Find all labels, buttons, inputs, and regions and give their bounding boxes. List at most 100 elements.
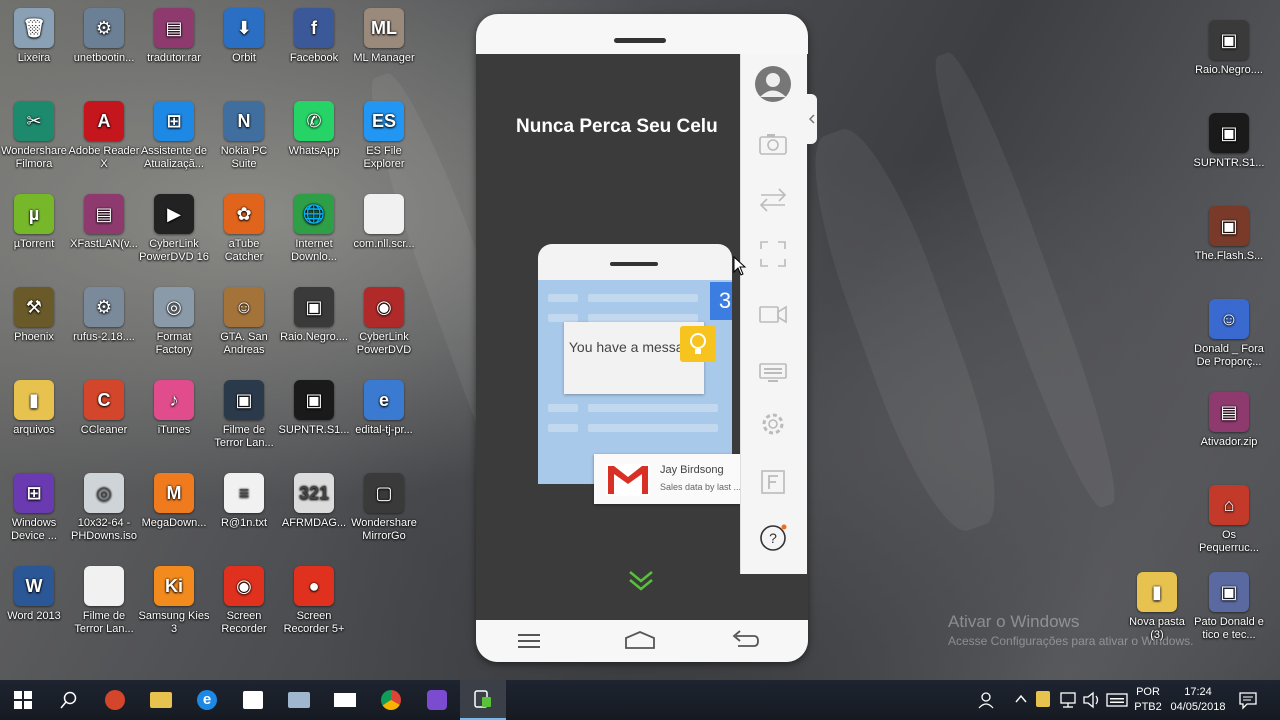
keyboard-tray-icon[interactable] <box>1106 692 1128 713</box>
desktop-icon[interactable]: ✂ Wondershare Filmora <box>0 101 70 171</box>
desktop-icon[interactable]: f Facebook <box>278 8 350 65</box>
desktop-icon[interactable]: ◎ 10x32-64 - PHDowns.iso <box>68 473 140 543</box>
file-explorer-icon[interactable] <box>138 680 184 720</box>
volume-icon[interactable] <box>1082 691 1102 714</box>
avatar[interactable] <box>755 66 791 102</box>
clock-time: 17:24 <box>1184 686 1212 698</box>
desktop-icon[interactable]: 🌐 Internet Downlo... <box>278 194 350 264</box>
desktop-icon[interactable]: ☺ Donald _ Fora De Proporç... <box>1193 299 1265 369</box>
desktop-icon[interactable]: ✿ aTube Catcher <box>208 194 280 264</box>
fullscreen-icon[interactable] <box>755 236 791 272</box>
keyboard-layout: PTB2 <box>1134 701 1162 713</box>
desktop-icon[interactable]: e edital-tj-pr... <box>348 380 420 437</box>
menu-icon[interactable] <box>518 632 540 655</box>
desktop-icon[interactable]: ⊞ Windows Device ... <box>0 473 70 543</box>
desktop-icon-label: Screen Recorder <box>221 610 267 635</box>
app-icon: ◉ <box>364 287 404 327</box>
desktop-icon[interactable]: ◉ Screen Recorder <box>208 566 280 636</box>
desktop-icon[interactable]: ▶ CyberLink PowerDVD 16 <box>138 194 210 264</box>
desktop-icon-label: Phoenix <box>14 331 54 343</box>
desktop-icon[interactable]: ▣ Pato Donald e tico e tec... <box>1193 572 1265 642</box>
desktop-icon[interactable]: ◉ CyberLink PowerDVD <box>348 287 420 357</box>
gmail-preview: Sales data by last ... <box>660 482 742 492</box>
video-record-icon[interactable] <box>755 296 791 332</box>
gear-icon[interactable] <box>755 406 791 442</box>
help-icon[interactable]: ? <box>755 520 791 556</box>
desktop-icon[interactable]: ML ML Manager <box>348 8 420 65</box>
desktop-icon[interactable]: 321 AFRMDAG... <box>278 473 350 530</box>
transfer-icon[interactable] <box>755 182 791 218</box>
desktop-icon[interactable]: ▣ Raio.Negro.... <box>278 287 350 344</box>
desktop-icon-label: WhatsApp <box>288 145 340 157</box>
desktop-icon[interactable]: ◎ Format Factory <box>138 287 210 357</box>
desktop-icon[interactable]: 🗑 Lixeira <box>0 8 70 65</box>
start-button[interactable] <box>0 680 46 720</box>
desktop-icon[interactable]: N Nokia PC Suite <box>208 101 280 171</box>
collapse-toolbar-handle[interactable] <box>807 94 817 144</box>
desktop-icon[interactable]: ⚙ rufus-2.18.... <box>68 287 140 344</box>
desktop-icon-label: Filme de Terror Lan... <box>214 424 274 449</box>
desktop-icon[interactable]: ⚙ unetbootin... <box>68 8 140 65</box>
ccleaner-taskbar-icon[interactable] <box>92 680 138 720</box>
desktop-icon[interactable]: µ µTorrent <box>0 194 70 251</box>
scroll-down-chevron-icon[interactable] <box>628 570 654 597</box>
desktop-icon[interactable]: ▮ arquivos <box>0 380 70 437</box>
network-icon[interactable] <box>1058 691 1078 714</box>
desktop-icon-label: Raio.Negro.... <box>280 331 348 343</box>
desktop-icon[interactable]: ▣ Filme de Terror Lan... <box>208 380 280 450</box>
chevron-up-icon[interactable] <box>1014 692 1028 711</box>
desktop-icon[interactable]: ▣ Raio.Negro.... <box>1193 20 1265 77</box>
language-indicator[interactable]: POR PTB2 <box>1132 685 1164 715</box>
camera-icon[interactable] <box>755 126 791 162</box>
desktop-icon[interactable]: ▣ SUPNTR.S1... <box>1193 113 1265 170</box>
desktop-icon-label: Internet Downlo... <box>291 238 337 263</box>
desktop-icon[interactable]: ▤ Ativador.zip <box>1193 392 1265 449</box>
desktop-icon[interactable]: ● Screen Recorder 5+ <box>278 566 350 636</box>
notification-center-icon[interactable] <box>1238 690 1258 715</box>
desktop-icon[interactable]: ⌂ Os Pequerruc... <box>1193 485 1265 555</box>
clock[interactable]: 17:24 04/05/2018 <box>1168 685 1228 715</box>
desktop-icon-label: edital-tj-pr... <box>355 424 413 436</box>
search-icon[interactable] <box>46 680 92 720</box>
home-icon[interactable] <box>624 630 656 655</box>
lightbulb-icon <box>680 326 716 362</box>
paint-app-icon[interactable] <box>414 680 460 720</box>
tray-app-icon[interactable] <box>1036 691 1050 707</box>
desktop-icon-label: R@1n.txt <box>220 517 267 529</box>
chrome-icon[interactable] <box>368 680 414 720</box>
desktop-icon[interactable]: ▣ SUPNTR.S1... <box>278 380 350 437</box>
feedback-icon[interactable] <box>755 464 791 500</box>
desktop-icon[interactable]: ⬇ Orbit <box>208 8 280 65</box>
gmail-icon <box>606 464 650 496</box>
desktop-icon[interactable]: com.nll.scr... <box>348 194 420 251</box>
desktop-icon[interactable]: C CCleaner <box>68 380 140 437</box>
desktop-icon[interactable]: Ki Samsung Kies 3 <box>138 566 210 636</box>
desktop-icon[interactable]: ⊞ Assistente de Atualizaçã... <box>138 101 210 171</box>
desktop-icon[interactable]: ♪ iTunes <box>138 380 210 437</box>
desktop-icon[interactable]: ES ES File Explorer <box>348 101 420 171</box>
mirrorgo-taskbar-icon[interactable] <box>460 680 506 720</box>
app-icon: ◉ <box>224 566 264 606</box>
network-app-icon[interactable] <box>276 680 322 720</box>
keyboard-icon[interactable] <box>755 354 791 390</box>
desktop-icon[interactable]: ▣ The.Flash.S... <box>1193 206 1265 263</box>
desktop-icon[interactable]: ⚒ Phoenix <box>0 287 70 344</box>
desktop-icon[interactable]: ▤ tradutor.rar <box>138 8 210 65</box>
edge-browser-icon[interactable]: e <box>184 680 230 720</box>
desktop-icon[interactable]: M MegaDown... <box>138 473 210 530</box>
desktop-icon-label: Format Factory <box>155 331 193 356</box>
desktop-icon[interactable]: ▢ Wondershare MirrorGo <box>348 473 420 543</box>
desktop-icon-label: µTorrent <box>13 238 55 250</box>
store-icon[interactable] <box>230 680 276 720</box>
desktop-icon[interactable]: W Word 2013 <box>0 566 70 623</box>
desktop-icon[interactable]: Filme de Terror Lan... <box>68 566 140 636</box>
back-icon[interactable] <box>730 630 760 655</box>
desktop-icon[interactable]: ✆ WhatsApp <box>278 101 350 158</box>
people-icon[interactable] <box>978 690 998 715</box>
desktop-icon[interactable]: ▤ XFastLAN(v... <box>68 194 140 251</box>
app-icon: M <box>154 473 194 513</box>
desktop-icon[interactable]: ≡ R@1n.txt <box>208 473 280 530</box>
desktop-icon[interactable]: A Adobe Reader X <box>68 101 140 171</box>
mail-icon[interactable] <box>322 680 368 720</box>
desktop-icon[interactable]: ☺ GTA. San Andreas <box>208 287 280 357</box>
